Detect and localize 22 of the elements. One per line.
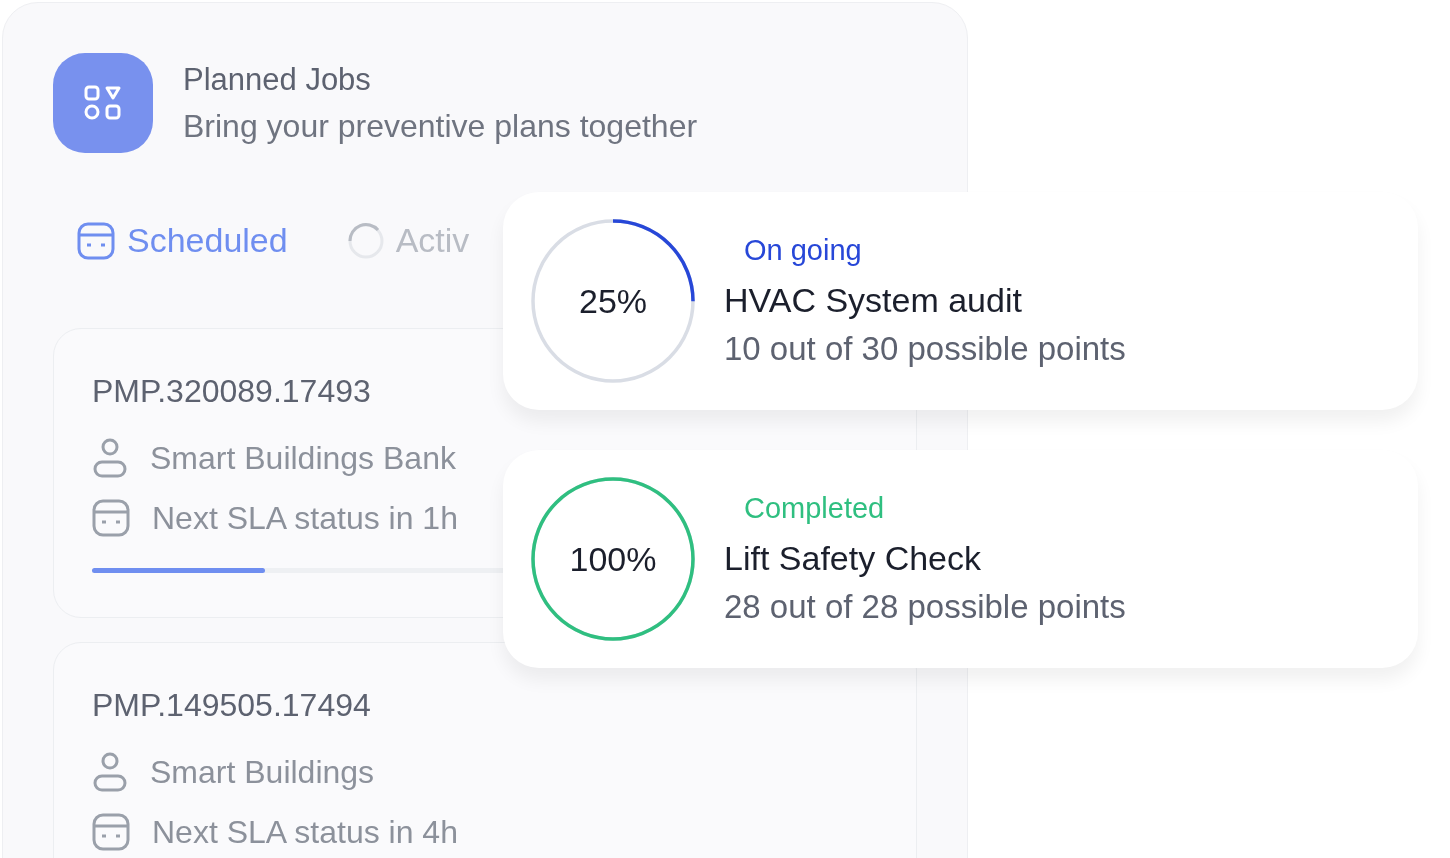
job-detail: Smart Buildings Bank [150,439,456,477]
percent-label: 25% [578,281,648,321]
loading-icon [347,222,384,259]
panel-subtitle: Bring your preventive plans together [183,107,698,146]
status-label: On going [744,234,863,267]
tab[interactable]: Scheduled [77,221,288,260]
job-id: PMP.320089.17493 [92,373,372,410]
person-icon [92,438,128,478]
shapes-icon [53,53,153,153]
panel-title: Planned Jobs [183,61,372,99]
job-id: PMP.149505.17494 [92,687,372,724]
audit-title: HVAC System audit [724,281,1023,320]
job-card[interactable]: PMP.149505.17494 Smart Buildings Next SLA status in 4h [53,642,917,858]
calendar-icon [92,499,130,537]
person-icon [92,752,128,792]
calendar-icon [77,221,115,260]
job-detail: Next SLA status in 1h [152,499,458,537]
calendar-icon [92,813,130,851]
percent-label: 100% [569,539,657,579]
status-label: Completed [744,492,886,525]
job-detail: Smart Buildings [150,753,375,791]
job-detail: Next SLA status in 4h [152,813,458,851]
